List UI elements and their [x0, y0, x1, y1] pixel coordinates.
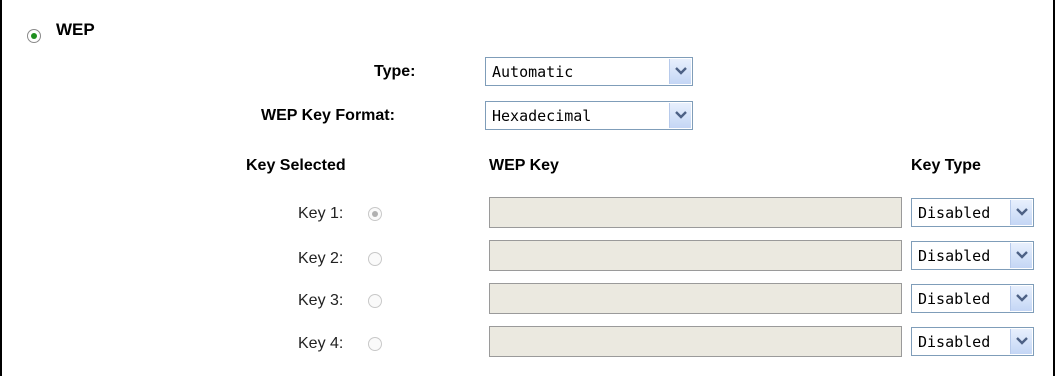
- key-type-select-value: Disabled: [918, 290, 991, 308]
- wep-key-input[interactable]: [489, 197, 902, 228]
- key-select-radio[interactable]: [368, 294, 382, 308]
- key-label: Key 1:: [298, 205, 344, 222]
- chevron-down-icon[interactable]: [669, 103, 691, 128]
- key-type-select-value: Disabled: [918, 204, 991, 222]
- type-select[interactable]: Automatic: [485, 57, 693, 86]
- key-select-radio[interactable]: [368, 252, 382, 266]
- wep-key-input[interactable]: [489, 283, 902, 314]
- key-select-radio[interactable]: [368, 337, 382, 351]
- key-type-select-value: Disabled: [918, 247, 991, 265]
- chevron-down-icon[interactable]: [1010, 243, 1032, 268]
- wep-key-input[interactable]: [489, 240, 902, 271]
- chevron-down-icon[interactable]: [1010, 200, 1032, 225]
- key-label: Key 4:: [298, 335, 344, 352]
- chevron-down-icon[interactable]: [1010, 286, 1032, 311]
- type-label: Type:: [374, 63, 416, 80]
- chevron-down-icon[interactable]: [669, 59, 691, 84]
- key-format-label: WEP Key Format:: [261, 107, 395, 124]
- key-selected-header: Key Selected: [246, 157, 346, 174]
- key-type-select[interactable]: Disabled: [911, 284, 1034, 313]
- key-type-select[interactable]: Disabled: [911, 327, 1034, 356]
- key-select-radio[interactable]: [368, 207, 382, 221]
- key-type-select-value: Disabled: [918, 333, 991, 351]
- wep-settings-panel: WEP Type: Automatic WEP Key Format: Hexa…: [0, 0, 1055, 376]
- key-type-header: Key Type: [911, 157, 981, 174]
- key-format-select[interactable]: Hexadecimal: [485, 101, 693, 130]
- key-type-select[interactable]: Disabled: [911, 241, 1034, 270]
- chevron-down-icon[interactable]: [1010, 329, 1032, 354]
- wep-key-input[interactable]: [489, 326, 902, 357]
- wep-key-header: WEP Key: [489, 157, 559, 174]
- wep-mode-radio[interactable]: [27, 29, 41, 43]
- key-type-select[interactable]: Disabled: [911, 198, 1034, 227]
- key-label: Key 3:: [298, 292, 344, 309]
- wep-mode-label: WEP: [56, 20, 95, 39]
- type-select-value: Automatic: [492, 63, 574, 81]
- key-label: Key 2:: [298, 250, 344, 267]
- key-format-select-value: Hexadecimal: [492, 107, 592, 125]
